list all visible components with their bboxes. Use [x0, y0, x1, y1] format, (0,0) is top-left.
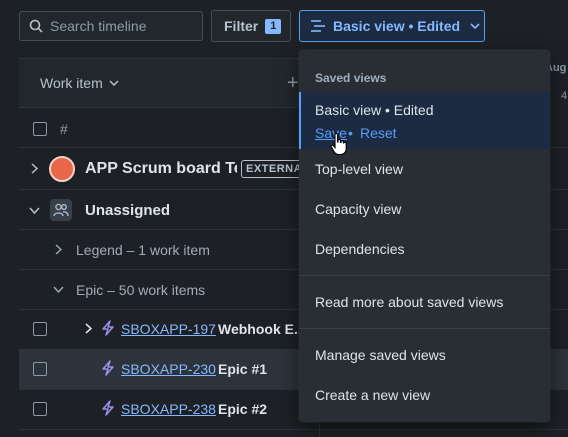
app-row-title[interactable]: APP Scrum board Tea [85, 160, 237, 178]
chevron-down-icon [109, 80, 119, 86]
work-item-header-label: Work item [40, 75, 103, 91]
filter-button[interactable]: Filter 1 [211, 10, 291, 42]
epic-title[interactable]: Epic #1 [218, 361, 267, 377]
epic-group-label[interactable]: Epic – 50 work items [76, 282, 205, 298]
menu-divider [299, 275, 550, 276]
menu-item-dependencies[interactable]: Dependencies [315, 241, 405, 257]
menu-item-manage-views[interactable]: Manage saved views [315, 347, 446, 363]
view-settings-icon [311, 20, 325, 32]
search-input[interactable] [50, 18, 190, 34]
filter-label: Filter [224, 18, 259, 34]
menu-divider [299, 328, 550, 329]
people-icon [50, 199, 72, 221]
app-avatar [49, 156, 75, 182]
epic-icon [102, 360, 114, 376]
reset-view-link[interactable]: Reset [360, 125, 397, 141]
menu-item-capacity-view[interactable]: Capacity view [315, 201, 401, 217]
epic-title[interactable]: Epic #2 [218, 401, 267, 417]
chevron-right-icon[interactable] [55, 244, 62, 255]
add-column-button[interactable]: + [287, 72, 299, 95]
hand-cursor-icon [330, 132, 347, 156]
menu-item-create-view[interactable]: Create a new view [315, 387, 430, 403]
epic-key-link[interactable]: SBOXAPP-238 [121, 401, 216, 417]
separator-dot: • [348, 125, 353, 141]
search-icon [29, 19, 43, 33]
row-checkbox[interactable] [33, 362, 47, 376]
epic-icon [102, 320, 114, 336]
row-checkbox[interactable] [33, 402, 47, 416]
chevron-down-icon [470, 23, 480, 29]
menu-item-top-level-view[interactable]: Top-level view [315, 161, 403, 177]
chevron-right-icon[interactable] [31, 163, 38, 174]
selected-view-title: Basic view • Edited [315, 102, 434, 118]
chevron-down-icon[interactable] [29, 207, 40, 214]
hash-header: # [60, 121, 68, 137]
work-item-column-header[interactable]: Work item [19, 58, 319, 108]
epic-key-link[interactable]: SBOXAPP-230 [121, 361, 216, 377]
unassigned-label: Unassigned [85, 202, 171, 219]
row-checkbox[interactable] [33, 322, 47, 336]
legend-group-label[interactable]: Legend – 1 work item [76, 242, 210, 258]
chevron-down-icon[interactable] [53, 286, 64, 293]
epic-key-link[interactable]: SBOXAPP-197 [121, 321, 216, 337]
chevron-right-icon[interactable] [85, 323, 92, 334]
view-selector-label: Basic view • Edited [333, 18, 461, 34]
menu-heading: Saved views [315, 71, 387, 85]
epic-title[interactable]: Webhook E... [218, 321, 306, 337]
search-field[interactable] [19, 11, 203, 41]
menu-item-read-more[interactable]: Read more about saved views [315, 294, 503, 310]
select-all-checkbox[interactable] [33, 122, 47, 136]
day-label: 4 [561, 90, 568, 102]
epic-icon [102, 400, 114, 416]
view-selector-button[interactable]: Basic view • Edited [299, 10, 485, 42]
filter-count-badge: 1 [265, 18, 282, 34]
